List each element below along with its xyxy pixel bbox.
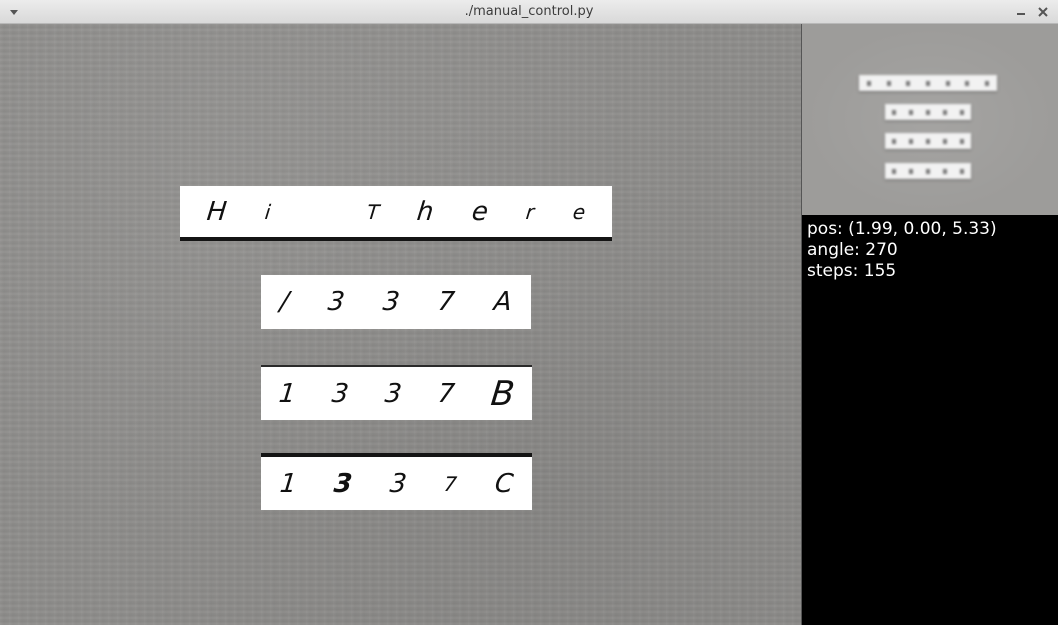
glyph: e: [470, 196, 490, 227]
pos-readout: pos: (1.99, 0.00, 5.33): [807, 219, 997, 239]
glyph: e: [571, 199, 587, 224]
mini-mark: [925, 109, 930, 115]
glyph: 3: [381, 287, 402, 317]
mini-mark: [960, 138, 965, 144]
mini-board: [885, 133, 971, 149]
glyph: 3: [332, 468, 354, 499]
mini-board: [885, 163, 971, 179]
mini-mark: [891, 109, 896, 115]
glyph: 7: [436, 378, 456, 409]
steps-readout: steps: 155: [807, 261, 897, 281]
close-icon[interactable]: [1035, 4, 1051, 20]
glyph: 1: [277, 378, 298, 409]
mini-mark: [886, 80, 891, 86]
title-bar[interactable]: ./manual_control.py: [0, 0, 1058, 24]
mini-mark: [906, 80, 911, 86]
mini-mark: [925, 138, 930, 144]
glyph: i: [263, 199, 272, 224]
mini-mark: [965, 80, 970, 86]
mini-mark: [925, 168, 930, 174]
glyph: A: [492, 287, 514, 317]
app-window: ./manual_control.py H i T h e r e / 3 3 …: [0, 0, 1058, 625]
mini-mark: [908, 168, 913, 174]
board-1337b: 1 3 3 7 B: [261, 365, 532, 420]
mini-mark: [943, 109, 948, 115]
top-down-view: [802, 24, 1058, 215]
board-hi-there: H i T h e r e: [180, 186, 612, 241]
mini-mark: [960, 109, 965, 115]
mini-mark: [908, 138, 913, 144]
mini-mark: [891, 138, 896, 144]
mini-mark: [925, 80, 930, 86]
glyph: 1: [278, 468, 299, 499]
angle-readout: angle: 270: [807, 240, 898, 260]
glyph: 3: [388, 468, 409, 499]
glyph: 3: [330, 378, 351, 409]
glyph: 3: [383, 378, 403, 409]
mini-mark: [866, 80, 871, 86]
glyph: h: [415, 196, 436, 227]
mini-board: [859, 75, 997, 91]
glyph: r: [524, 199, 536, 224]
glyph: C: [493, 468, 515, 499]
minimize-icon[interactable]: [1013, 4, 1029, 20]
side-panel: pos: (1.99, 0.00, 5.33) angle: 270 steps…: [801, 24, 1058, 625]
mini-mark: [943, 168, 948, 174]
mini-mark: [908, 109, 913, 115]
mini-mark: [945, 80, 950, 86]
first-person-view[interactable]: H i T h e r e / 3 3 7 A 1 3 3 7 B 1 3 3: [0, 24, 801, 625]
mini-mark: [960, 168, 965, 174]
mini-mark: [985, 80, 990, 86]
board-1337c: 1 3 3 7 C: [261, 453, 532, 510]
glyph: H: [205, 196, 229, 227]
glyph: 3: [326, 287, 347, 317]
glyph: T: [365, 199, 381, 224]
glyph: 7: [443, 471, 459, 496]
glyph: 7: [436, 287, 457, 317]
window-title: ./manual_control.py: [464, 4, 594, 19]
stats-readout: pos: (1.99, 0.00, 5.33) angle: 270 steps…: [807, 219, 997, 282]
mini-mark: [943, 138, 948, 144]
board-1337a: / 3 3 7 A: [261, 275, 531, 329]
glyph: /: [278, 287, 291, 317]
glyph: B: [488, 373, 516, 414]
mini-mark: [891, 168, 896, 174]
mini-board: [885, 104, 971, 120]
